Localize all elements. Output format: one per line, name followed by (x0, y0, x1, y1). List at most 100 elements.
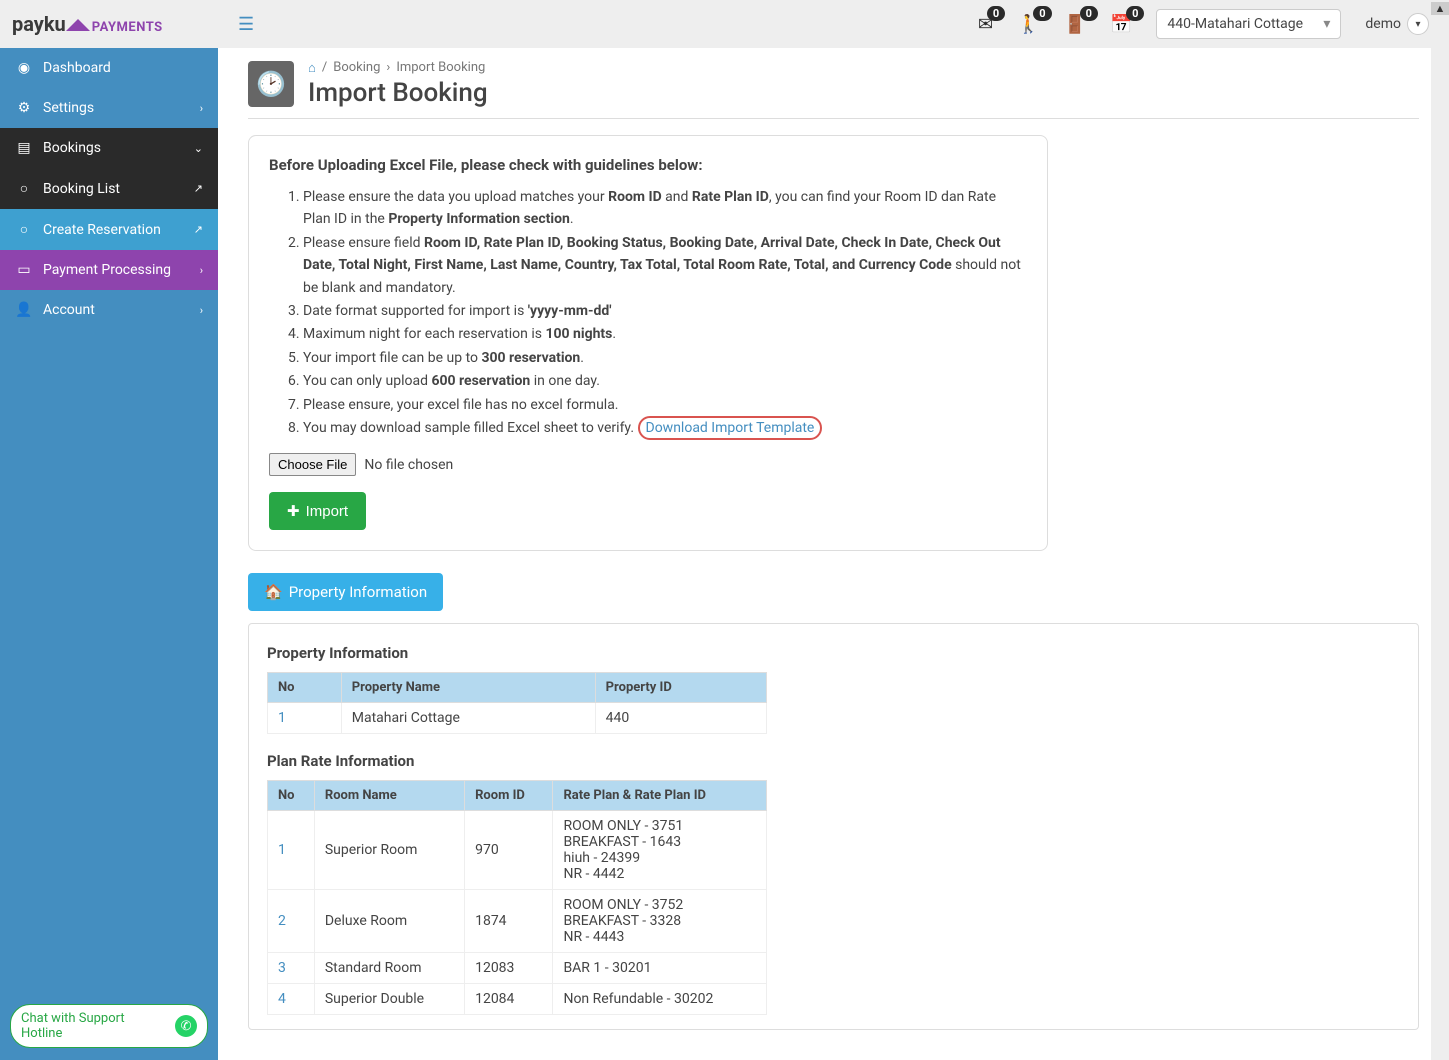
guideline-item: You can only upload 600 reservation in o… (303, 370, 1027, 392)
table-row: 2Deluxe Room1874ROOM ONLY - 3752BREAKFAS… (268, 890, 767, 953)
gauge-icon: ◉ (15, 60, 33, 76)
property-select[interactable]: 440-Matahari Cottage (1156, 9, 1341, 39)
circle-icon: ○ (15, 221, 33, 238)
menu-toggle[interactable]: ☰ (238, 14, 254, 35)
badge-count: 0 (1080, 6, 1098, 21)
plus-icon: ✚ (287, 502, 300, 520)
property-info-title: Property Information (267, 644, 1400, 662)
guideline-item: Maximum night for each reservation is 10… (303, 323, 1027, 345)
property-info-label: Property Information (289, 583, 427, 601)
select-value: 440-Matahari Cottage (1167, 16, 1303, 32)
checkin-icon[interactable]: 🚶0 (1017, 14, 1039, 35)
list-icon: ▤ (15, 140, 33, 156)
table-header: Room ID (465, 781, 553, 811)
card-icon: ▭ (15, 262, 33, 278)
table-cell: 970 (465, 811, 553, 890)
table-header: No (268, 781, 315, 811)
breadcrumb-item[interactable]: Booking (333, 60, 380, 76)
user-icon: 👤 (15, 302, 33, 318)
support-label: Chat with Support Hotline (21, 1011, 169, 1041)
user-menu[interactable]: demo ▾ (1365, 13, 1429, 35)
chevron-down-icon: ▾ (1407, 13, 1429, 35)
chevron-down-icon: ⌄ (194, 142, 203, 155)
table-header: Rate Plan & Rate Plan ID (553, 781, 767, 811)
import-label: Import (306, 503, 349, 520)
nav-booking-list[interactable]: ○ Booking List ↗ (0, 168, 218, 209)
guideline-item: Please ensure the data you upload matche… (303, 186, 1027, 231)
table-cell: ROOM ONLY - 3752BREAKFAST - 3328NR - 444… (553, 890, 767, 953)
import-button[interactable]: ✚ Import (269, 492, 366, 530)
chevron-right-icon: › (200, 102, 203, 115)
scrollbar[interactable]: ▲ (1431, 0, 1449, 1060)
badge-count: 0 (1033, 6, 1051, 21)
guidelines-heading: Before Uploading Excel File, please chec… (269, 156, 1027, 174)
table-cell: 1 (268, 703, 342, 734)
chevron-right-icon: › (200, 264, 203, 277)
nav-settings[interactable]: ⚙ Settings › (0, 88, 218, 128)
nav-label: Booking List (43, 181, 120, 197)
breadcrumb: ⌂ / Booking › Import Booking (308, 60, 488, 76)
whatsapp-icon: ✆ (175, 1015, 197, 1037)
badge-count: 0 (1126, 6, 1144, 21)
gear-icon: ⚙ (15, 100, 33, 116)
table-cell: 1 (268, 811, 315, 890)
support-hotline[interactable]: Chat with Support Hotline ✆ (10, 1004, 208, 1048)
table-cell: ROOM ONLY - 3751BREAKFAST - 1643hiuh - 2… (553, 811, 767, 890)
external-link-icon: ↗ (194, 223, 203, 236)
guideline-item: Please ensure, your excel file has no ex… (303, 394, 1027, 416)
table-cell: 12084 (465, 984, 553, 1015)
rate-info-title: Plan Rate Information (267, 752, 1400, 770)
table-cell: Superior Room (314, 811, 464, 890)
nav-label: Create Reservation (43, 222, 161, 238)
choose-file-button[interactable]: Choose File (269, 453, 356, 476)
table-cell: Standard Room (314, 953, 464, 984)
nav-label: Settings (43, 100, 94, 116)
nav-label: Payment Processing (43, 262, 171, 278)
breadcrumb-home-icon[interactable]: ⌂ (308, 60, 316, 76)
scroll-up-icon[interactable]: ▲ (1431, 2, 1449, 15)
table-header: No (268, 673, 342, 703)
table-row: 4Superior Double12084Non Refundable - 30… (268, 984, 767, 1015)
nav-label: Dashboard (43, 60, 111, 76)
table-header: Property ID (595, 673, 766, 703)
page-title: Import Booking (308, 78, 488, 108)
dashboard-meter-icon: 🕑 (248, 61, 294, 107)
download-template-link[interactable]: Download Import Template (638, 416, 823, 440)
nav-label: Account (43, 302, 95, 318)
table-cell: Deluxe Room (314, 890, 464, 953)
property-info-panel: Property Information NoProperty NameProp… (248, 623, 1419, 1030)
inbox-icon[interactable]: ✉0 (978, 14, 993, 35)
table-cell: 3 (268, 953, 315, 984)
guideline-item: Please ensure field Room ID, Rate Plan I… (303, 232, 1027, 299)
nav-bookings[interactable]: ▤ Bookings ⌄ (0, 128, 218, 168)
nav-create-reservation[interactable]: ○ Create Reservation ↗ (0, 209, 218, 250)
nav-payment-processing[interactable]: ▭ Payment Processing › (0, 250, 218, 290)
breadcrumb-item: Import Booking (396, 60, 485, 76)
table-header: Property Name (341, 673, 595, 703)
table-row: 1Superior Room970ROOM ONLY - 3751BREAKFA… (268, 811, 767, 890)
nav-dashboard[interactable]: ◉ Dashboard (0, 48, 218, 88)
table-cell: 440 (595, 703, 766, 734)
logo-triangle-icon (66, 19, 90, 31)
checkout-icon[interactable]: 🚪0 (1064, 14, 1086, 35)
user-label: demo (1365, 16, 1401, 32)
badge-count: 0 (987, 6, 1005, 21)
home-icon: 🏠 (264, 583, 283, 601)
table-cell: Matahari Cottage (341, 703, 595, 734)
table-cell: 12083 (465, 953, 553, 984)
logo-accent: PAYMENTS (92, 20, 163, 35)
nav-account[interactable]: 👤 Account › (0, 290, 218, 330)
guideline-item: Date format supported for import is 'yyy… (303, 300, 1027, 322)
circle-icon: ○ (15, 180, 33, 197)
guideline-item: Your import file can be up to 300 reserv… (303, 347, 1027, 369)
table-cell: 1874 (465, 890, 553, 953)
guideline-item: You may download sample filled Excel she… (303, 417, 1027, 439)
table-cell: 2 (268, 890, 315, 953)
property-table: NoProperty NameProperty ID 1Matahari Cot… (267, 672, 767, 734)
table-cell: BAR 1 - 30201 (553, 953, 767, 984)
table-cell: 4 (268, 984, 315, 1015)
property-info-toggle[interactable]: 🏠 Property Information (248, 573, 443, 611)
guidelines-panel: Before Uploading Excel File, please chec… (248, 135, 1048, 551)
calendar-icon[interactable]: 📅0 (1110, 14, 1132, 35)
logo: payku PAYMENTS (0, 0, 218, 48)
